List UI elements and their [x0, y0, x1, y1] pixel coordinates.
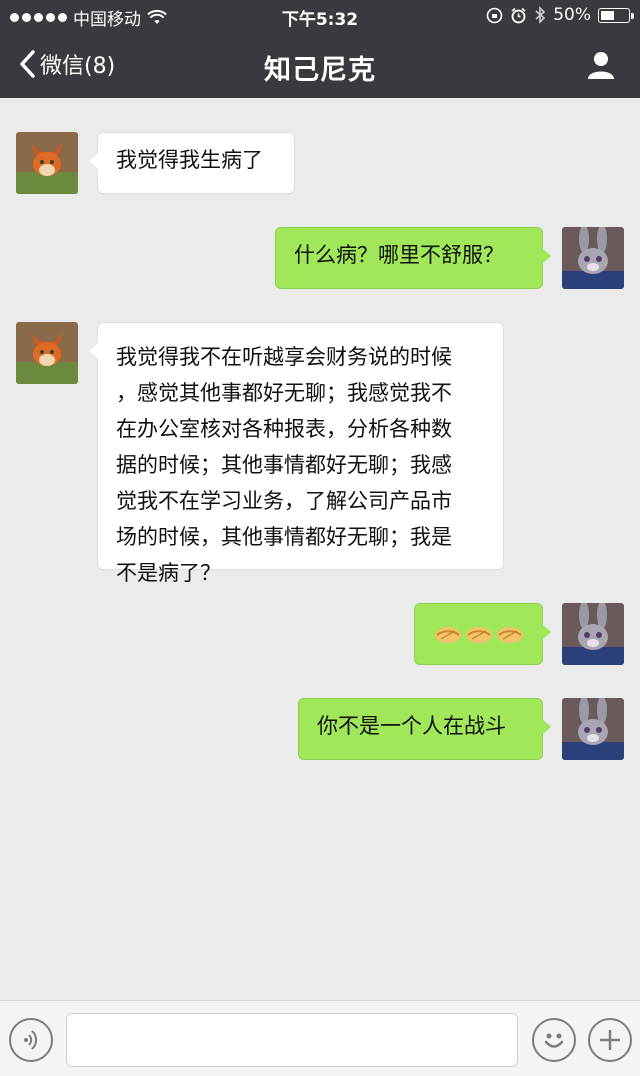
profile-button[interactable]	[586, 50, 616, 84]
rabbit-avatar[interactable]	[562, 227, 624, 289]
message-bubble-outgoing[interactable]: 你不是一个人在战斗	[298, 698, 551, 760]
message-input[interactable]	[66, 1013, 518, 1067]
chat-title: 知己尼克	[264, 55, 376, 86]
message-line: 场的时候，其他事情都好无聊；我是	[116, 525, 452, 549]
nav-bar: 微信(8) 知己尼克	[0, 36, 640, 98]
message-line: 不是病了？	[116, 561, 221, 585]
fox-avatar[interactable]	[16, 322, 78, 384]
chat-screen: 中国移动 下午5:32 50% 微信(8) 知己尼克 我觉得我生病了 什么病？哪…	[0, 0, 640, 1076]
emoji-button[interactable]	[532, 1018, 576, 1062]
input-bar	[0, 1000, 640, 1076]
message-bubble-incoming[interactable]: 我觉得我生病了	[89, 132, 295, 194]
message-text: 你不是一个人在战斗	[317, 714, 506, 738]
voice-button[interactable]	[9, 1018, 53, 1062]
rabbit-avatar[interactable]	[562, 603, 624, 665]
more-button[interactable]	[588, 1018, 632, 1062]
handshake-emoji-icon	[435, 627, 523, 643]
message-line: 据的时候；其他事情都好无聊；我感	[116, 453, 452, 477]
message-line: ，感觉其他事都好无聊；我感觉我不	[116, 381, 452, 405]
plus-icon	[600, 1030, 620, 1050]
rabbit-avatar[interactable]	[562, 698, 624, 760]
smiley-icon	[544, 1033, 564, 1048]
status-bar: 中国移动 下午5:32 50%	[0, 0, 640, 30]
alarm-icon	[511, 7, 526, 23]
message-line: 我觉得我不在听越享会财务说的时候	[116, 345, 452, 369]
message-bubble-incoming[interactable]: 我觉得我不在听越享会财务说的时候 ，感觉其他事都好无聊；我感觉我不 在办公室核对…	[89, 322, 504, 585]
message-bubble-outgoing[interactable]	[414, 603, 551, 665]
message-text: 什么病？哪里不舒服？	[294, 243, 504, 267]
battery-percent: 50%	[553, 5, 591, 25]
message-text: 我觉得我生病了	[116, 148, 263, 172]
message-bubble-outgoing[interactable]: 什么病？哪里不舒服？	[275, 227, 551, 289]
person-icon	[588, 52, 614, 79]
top-bar: 中国移动 下午5:32 50% 微信(8) 知己尼克	[0, 0, 640, 98]
message-line: 觉我不在学习业务，了解公司产品市	[116, 489, 452, 513]
battery-icon	[598, 7, 634, 23]
fox-avatar[interactable]	[16, 132, 78, 194]
battery-fill	[601, 10, 614, 20]
bluetooth-icon	[535, 6, 546, 24]
message-line: 在办公室核对各种报表，分析各种数	[116, 417, 452, 441]
voice-icon	[24, 1030, 38, 1050]
orientation-lock-icon	[486, 7, 503, 23]
